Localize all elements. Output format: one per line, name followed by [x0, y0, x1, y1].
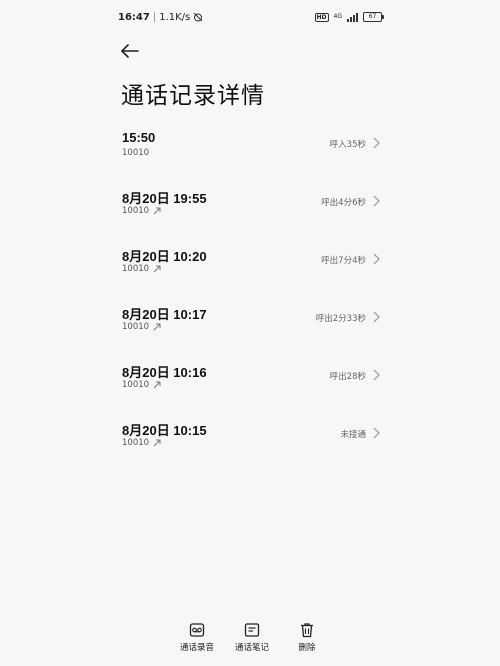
- call-row[interactable]: 15:50 10010 呼入35秒: [122, 128, 380, 186]
- outgoing-call-icon: [153, 323, 161, 331]
- call-recording-label: 通话录音: [179, 643, 214, 653]
- call-number-line: 10010: [122, 380, 161, 390]
- chevron-right-icon: [373, 195, 380, 207]
- call-status: 呼出2分33秒: [315, 314, 366, 324]
- chevron-right-icon: [373, 311, 380, 323]
- call-number-line: 10010: [122, 322, 161, 332]
- call-notes-button[interactable]: 通话笔记: [227, 622, 277, 653]
- call-time: 8月20日 10:15: [122, 423, 207, 438]
- notes-icon: [244, 623, 260, 637]
- call-number: 10010: [122, 322, 150, 332]
- call-number-line: 10010: [122, 148, 149, 158]
- call-recording-button[interactable]: 通话录音: [172, 622, 222, 653]
- call-number: 10010: [122, 438, 150, 448]
- call-number-line: 10010: [122, 438, 161, 448]
- alarm-off-icon: [193, 12, 203, 22]
- chevron-right-icon: [373, 137, 380, 149]
- call-time: 8月20日 19:55: [122, 191, 207, 206]
- call-notes-label: 通话笔记: [234, 643, 269, 653]
- call-time: 15:50: [122, 130, 156, 145]
- call-status: 呼出4分6秒: [321, 198, 366, 208]
- arrow-left-icon: [121, 44, 139, 58]
- outgoing-call-icon: [153, 439, 161, 447]
- status-separator: |: [152, 11, 157, 23]
- call-number: 10010: [122, 380, 150, 390]
- call-number-line: 10010: [122, 264, 161, 274]
- call-time: 8月20日 10:20: [122, 249, 207, 264]
- trash-icon: [301, 623, 313, 638]
- signal-icon: [347, 12, 358, 22]
- status-left: 16:47 | 1.1K/s: [118, 12, 203, 23]
- call-time: 8月20日 10:16: [122, 365, 207, 380]
- back-button[interactable]: [119, 40, 141, 62]
- hd-badge: HD: [314, 12, 329, 22]
- outgoing-call-icon: [153, 265, 161, 273]
- recording-icon: [189, 623, 205, 637]
- call-row[interactable]: 8月20日 10:15 10010 未接通: [122, 418, 380, 476]
- call-number: 10010: [122, 206, 150, 216]
- chevron-right-icon: [373, 427, 380, 439]
- chevron-right-icon: [373, 369, 380, 381]
- chevron-right-icon: [373, 253, 380, 265]
- status-time: 16:47: [118, 11, 150, 23]
- delete-label: 删除: [298, 643, 316, 653]
- call-row[interactable]: 8月20日 10:20 10010 呼出7分4秒: [122, 244, 380, 302]
- call-row[interactable]: 8月20日 10:17 10010 呼出2分33秒: [122, 302, 380, 360]
- page-title: 通话记录详情: [121, 83, 265, 109]
- call-status: 呼出7分4秒: [321, 256, 366, 266]
- outgoing-call-icon: [153, 207, 161, 215]
- call-row[interactable]: 8月20日 10:16 10010 呼出28秒: [122, 360, 380, 418]
- call-status: 呼出28秒: [329, 372, 366, 382]
- bottom-toolbar: 通话录音 通话笔记 删除: [172, 622, 332, 653]
- call-status: 未接通: [340, 430, 366, 440]
- status-bar: 16:47 | 1.1K/s HD 4G 67: [118, 8, 384, 26]
- network-speed: 1.1K/s: [159, 11, 191, 23]
- outgoing-call-icon: [153, 381, 161, 389]
- call-list: 15:50 10010 呼入35秒 8月20日 19:55 10010 呼出4分…: [122, 128, 380, 476]
- network-type-label: 4G: [333, 13, 342, 20]
- network-type: 4G: [334, 14, 342, 20]
- call-number-line: 10010: [122, 206, 161, 216]
- call-status: 呼入35秒: [329, 140, 366, 150]
- call-row[interactable]: 8月20日 19:55 10010 呼出4分6秒: [122, 186, 380, 244]
- call-number: 10010: [122, 148, 150, 158]
- battery-indicator: 67: [363, 12, 384, 22]
- status-right: HD 4G 67: [314, 12, 384, 22]
- delete-button[interactable]: 删除: [282, 622, 332, 653]
- call-number: 10010: [122, 264, 150, 274]
- call-time: 8月20日 10:17: [122, 307, 207, 322]
